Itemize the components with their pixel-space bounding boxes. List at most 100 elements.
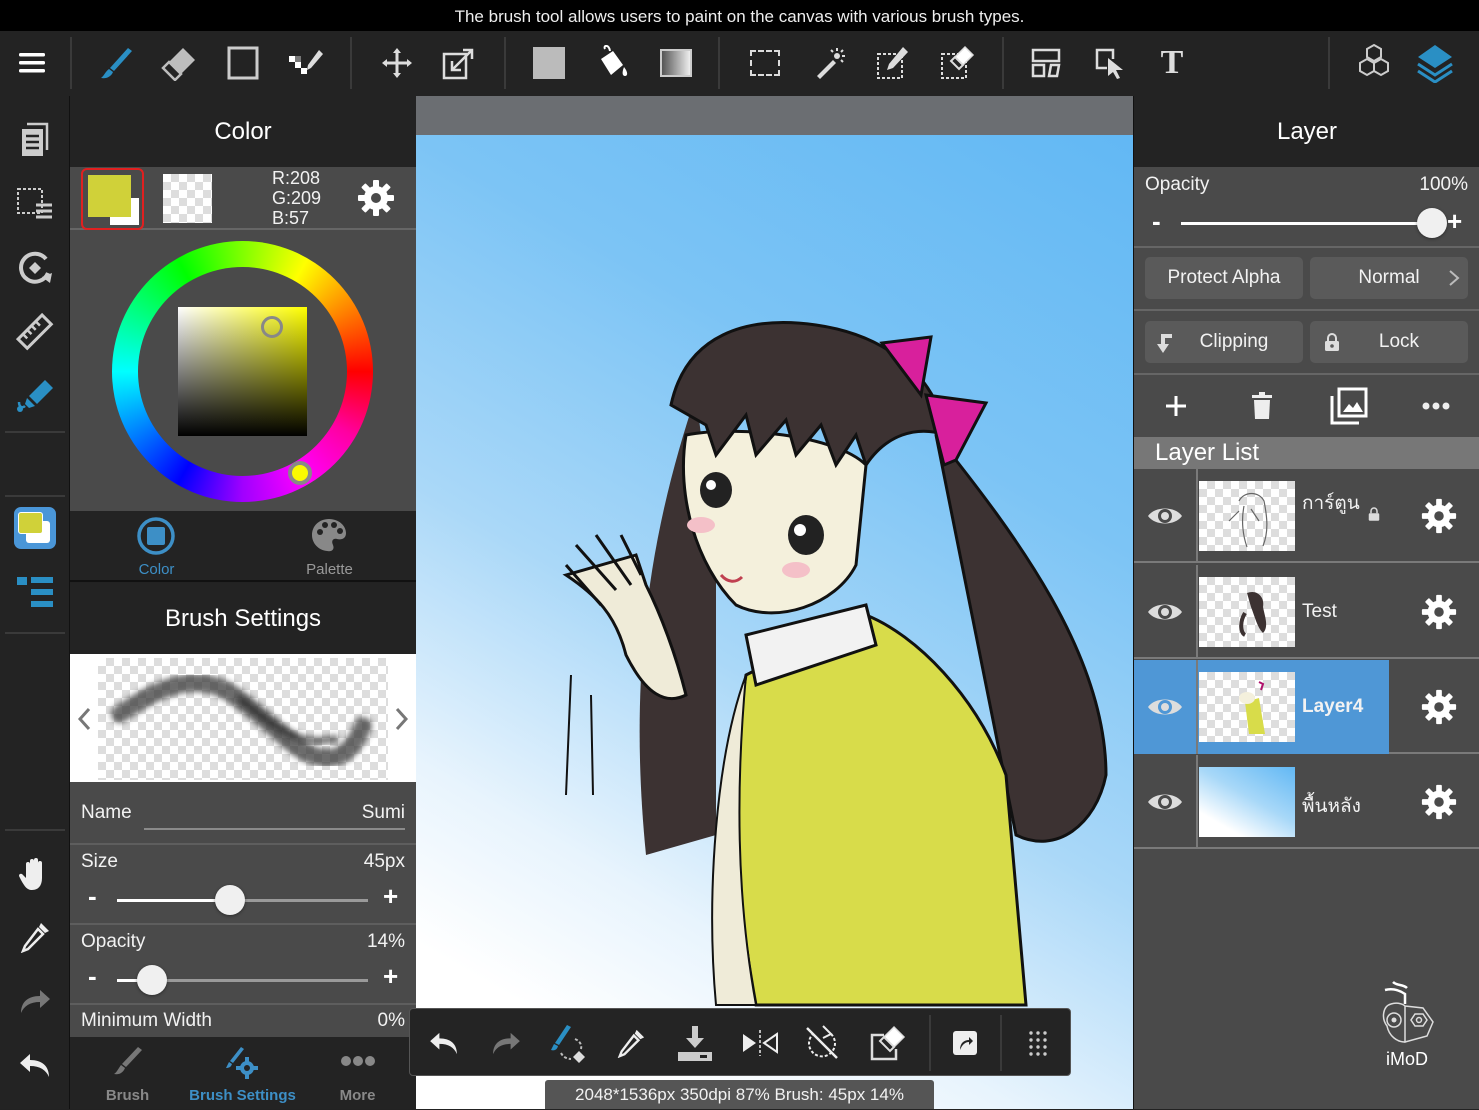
- layer-settings-button[interactable]: [1416, 589, 1462, 635]
- drawing-canvas[interactable]: [416, 135, 1133, 1109]
- layer-row[interactable]: การ์ตูน: [1134, 469, 1479, 563]
- sidebar-item-fill[interactable]: [11, 372, 59, 420]
- text-tool-button[interactable]: T: [1150, 43, 1194, 83]
- tab-brush[interactable]: Brush: [70, 1037, 185, 1109]
- quick-undo-button[interactable]: [422, 1021, 466, 1065]
- tab-brush-settings-label: Brush Settings: [189, 1087, 296, 1104]
- smudge-icon: [289, 50, 323, 74]
- brush-name-value[interactable]: Sumi: [362, 802, 405, 824]
- 3d-material-button[interactable]: [1352, 43, 1396, 83]
- sidebar-item-layer-list[interactable]: [11, 568, 59, 616]
- eraser-tool-button[interactable]: [157, 43, 201, 83]
- clipping-button[interactable]: Clipping: [1145, 321, 1303, 363]
- layer-visibility-toggle[interactable]: [1134, 565, 1198, 659]
- quick-clear-button[interactable]: [865, 1021, 909, 1065]
- background-color-swatch[interactable]: [163, 174, 212, 223]
- fill-color-tool-button[interactable]: [527, 43, 571, 83]
- add-image-layer-button[interactable]: [1324, 383, 1374, 428]
- tab-brush-settings[interactable]: Brush Settings: [185, 1037, 300, 1109]
- layers-button[interactable]: [1413, 43, 1457, 83]
- select-eraser-tool-button[interactable]: [935, 43, 979, 83]
- brush-size-label: Size: [81, 851, 118, 872]
- opacity-increase-button[interactable]: +: [383, 961, 398, 992]
- tab-color[interactable]: Color: [70, 511, 243, 582]
- layer-settings-button[interactable]: [1416, 779, 1462, 825]
- delete-layer-button[interactable]: [1237, 383, 1287, 428]
- blend-mode-button[interactable]: Normal: [1310, 257, 1468, 299]
- saturation-value-square[interactable]: [178, 307, 307, 436]
- tab-more[interactable]: More: [300, 1037, 415, 1109]
- layer-visibility-toggle[interactable]: [1134, 755, 1198, 849]
- quick-reset-rotation-button[interactable]: [800, 1021, 844, 1065]
- quick-transform-button[interactable]: [943, 1021, 987, 1065]
- hue-handle[interactable]: [288, 461, 312, 485]
- smudge-tool-button[interactable]: [284, 43, 328, 83]
- sidebar-item-redo[interactable]: [11, 977, 59, 1025]
- menu-button[interactable]: [10, 43, 54, 83]
- quick-flip-button[interactable]: [738, 1021, 782, 1065]
- layer-thumbnail[interactable]: [1199, 767, 1295, 837]
- sidebar-item-selection-layer[interactable]: [11, 180, 59, 228]
- sidebar-item-eyedropper[interactable]: [11, 913, 59, 961]
- top-toolbar: T: [0, 31, 1479, 96]
- canvas-status-bar: 2048*1536px 350dpi 87% Brush: 45px 14%: [545, 1080, 934, 1109]
- layer-row-selected[interactable]: Layer4: [1134, 660, 1479, 754]
- layer-opacity-slider-knob[interactable]: [1417, 208, 1447, 238]
- move-tool-button[interactable]: [375, 43, 419, 83]
- brush-tool-button[interactable]: [94, 43, 138, 83]
- quick-eyedropper-button[interactable]: [609, 1021, 653, 1065]
- layer-visibility-toggle[interactable]: [1134, 660, 1198, 754]
- layer-opacity-increase-button[interactable]: +: [1447, 206, 1462, 237]
- previous-brush-button[interactable]: [74, 704, 94, 734]
- opacity-slider[interactable]: [117, 965, 368, 995]
- quick-save-button[interactable]: [673, 1021, 717, 1065]
- sidebar-item-ruler[interactable]: [11, 308, 59, 356]
- sidebar-item-hand[interactable]: [11, 850, 59, 898]
- select-rect-tool-button[interactable]: [743, 43, 787, 83]
- tab-palette[interactable]: Palette: [243, 511, 416, 582]
- layer-settings-button[interactable]: [1416, 684, 1462, 730]
- canvas-area[interactable]: [416, 96, 1133, 1109]
- size-slider-knob[interactable]: [214, 885, 245, 915]
- layer-thumbnail[interactable]: [1199, 672, 1295, 742]
- opacity-decrease-button[interactable]: -: [88, 961, 97, 992]
- size-increase-button[interactable]: +: [383, 881, 398, 912]
- sidebar-item-color[interactable]: [11, 504, 59, 552]
- layer-row[interactable]: พื้นหลัง: [1134, 755, 1479, 849]
- left-sidebar: [0, 96, 70, 1109]
- quick-toolbar-grip[interactable]: [1016, 1021, 1060, 1065]
- add-layer-button[interactable]: [1151, 383, 1201, 428]
- layer-more-button[interactable]: [1411, 383, 1461, 428]
- gradient-tool-button[interactable]: [654, 43, 698, 83]
- magic-wand-tool-button[interactable]: [808, 43, 852, 83]
- lock-button[interactable]: Lock: [1310, 321, 1468, 363]
- layer-visibility-toggle[interactable]: [1134, 469, 1198, 563]
- size-decrease-button[interactable]: -: [88, 881, 97, 912]
- sidebar-item-pages[interactable]: [11, 116, 59, 164]
- operation-tool-button[interactable]: [1088, 43, 1132, 83]
- layer-thumbnail[interactable]: [1199, 577, 1295, 647]
- quick-brush-eraser-toggle[interactable]: [547, 1021, 591, 1065]
- sidebar-item-undo[interactable]: [11, 1041, 59, 1089]
- select-pen-tool-button[interactable]: [871, 43, 915, 83]
- bucket-tool-button[interactable]: [590, 43, 634, 83]
- color-settings-button[interactable]: [356, 178, 396, 218]
- foreground-color-swatch[interactable]: [81, 168, 144, 230]
- transform-tool-button[interactable]: [437, 43, 481, 83]
- saturation-value-handle[interactable]: [261, 316, 283, 338]
- layer-opacity-decrease-button[interactable]: -: [1152, 206, 1161, 237]
- quick-redo-button[interactable]: [484, 1021, 528, 1065]
- sidebar-item-rotate-view[interactable]: [11, 244, 59, 292]
- layer-row[interactable]: Test: [1134, 565, 1479, 659]
- chevron-right-icon: [395, 707, 409, 731]
- tab-more-label: More: [339, 1087, 376, 1104]
- layer-thumbnail[interactable]: [1199, 481, 1295, 551]
- layer-opacity-slider[interactable]: [1181, 208, 1447, 238]
- protect-alpha-button[interactable]: Protect Alpha: [1145, 257, 1303, 299]
- frame-divider-tool-button[interactable]: [1024, 43, 1068, 83]
- shape-tool-button[interactable]: [221, 43, 265, 83]
- layer-settings-button[interactable]: [1416, 493, 1462, 539]
- next-brush-button[interactable]: [392, 704, 412, 734]
- size-slider[interactable]: [117, 885, 368, 915]
- opacity-slider-knob[interactable]: [137, 965, 168, 995]
